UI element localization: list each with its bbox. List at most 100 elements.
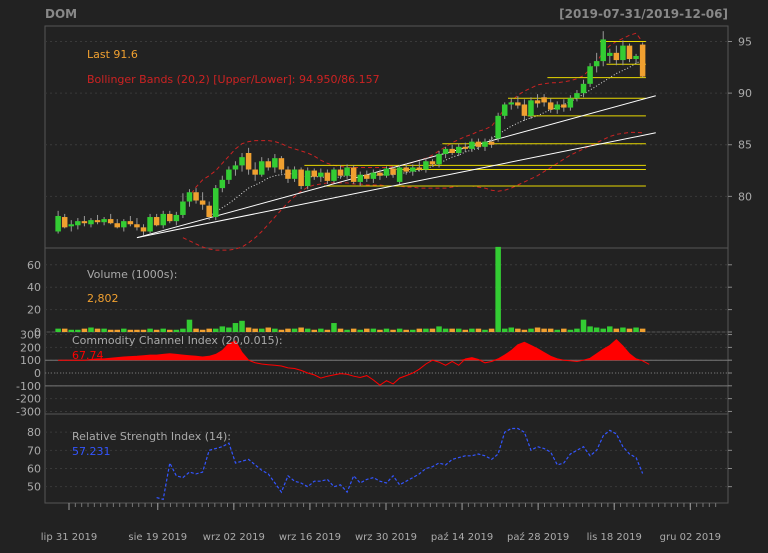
candle-up — [55, 215, 61, 232]
volume-bar — [252, 328, 258, 332]
candle-up — [232, 165, 239, 170]
volume-bar — [521, 329, 528, 332]
cci-y-tick-label: -100 — [16, 380, 41, 393]
volume-bar — [593, 327, 600, 332]
candle-up — [469, 141, 475, 149]
volume-bar — [541, 328, 547, 332]
volume-bar — [167, 329, 173, 332]
rsi-label: Relative Strength Index (14): — [72, 430, 231, 443]
volume-bar — [291, 328, 298, 332]
x-tick-label: wrz 02 2019 — [203, 532, 265, 543]
candle-down — [134, 224, 140, 228]
volume-bar — [278, 329, 285, 332]
volume-bar — [600, 328, 606, 332]
x-tick-label: paź 28 2019 — [507, 531, 569, 543]
volume-bar — [173, 329, 180, 332]
volume-bar — [298, 327, 304, 332]
candle-down — [515, 102, 521, 106]
volume-bar — [455, 328, 462, 332]
candle-up — [186, 192, 193, 202]
candle-down — [94, 220, 101, 223]
volume-bar — [55, 328, 61, 332]
candle-up — [68, 224, 75, 227]
price-y-tick-label: 85 — [738, 139, 752, 152]
candle-up — [291, 169, 298, 179]
candle-down — [416, 167, 423, 170]
volume-bar — [265, 327, 272, 332]
candle-up — [258, 161, 265, 175]
candle-down — [285, 169, 291, 179]
volume-bar — [482, 329, 488, 332]
candle-down — [245, 153, 252, 170]
candle-down — [547, 102, 554, 110]
volume-bar — [442, 328, 449, 332]
x-tick-label: wrz 16 2019 — [279, 532, 341, 543]
volume-bar — [258, 328, 265, 332]
volume-bar — [140, 329, 147, 332]
candle-up — [508, 102, 515, 105]
candle-up — [212, 188, 219, 218]
candle-down — [639, 44, 646, 77]
candle-down — [403, 167, 409, 172]
volume-bar — [311, 329, 318, 332]
volume-bar — [574, 328, 580, 332]
volume-bar — [561, 328, 567, 332]
last-price-label: Last 91.6 — [87, 48, 138, 61]
rsi-y-tick-label: 50 — [27, 481, 41, 494]
x-tick-label: sie 19 2019 — [128, 532, 187, 543]
volume-bar — [206, 328, 212, 332]
volume-bar — [350, 328, 357, 332]
candle-down — [521, 104, 528, 116]
candle-up — [396, 167, 403, 182]
candle-up — [88, 220, 94, 225]
volume-bar — [501, 328, 508, 332]
candle-up — [147, 217, 153, 232]
volume-last-value: 2,802 — [87, 292, 119, 305]
candle-up — [344, 167, 350, 176]
volume-bar — [304, 328, 311, 332]
candle-down — [475, 141, 482, 147]
rsi-y-tick-label: 70 — [27, 444, 41, 457]
volume-bar — [226, 327, 232, 332]
candle-down — [127, 221, 134, 225]
volume-y-tick-label: 60 — [27, 259, 41, 272]
volume-bar — [232, 323, 239, 332]
volume-bar — [469, 328, 475, 332]
volume-bar — [547, 328, 554, 332]
volume-bar — [331, 323, 337, 332]
candle-up — [580, 83, 587, 94]
volume-bar — [410, 329, 416, 332]
cci-y-tick-label: 200 — [20, 341, 41, 354]
candle-up — [567, 98, 574, 108]
volume-bar — [61, 328, 68, 332]
volume-bar — [239, 320, 245, 332]
candle-down — [61, 217, 68, 228]
volume-bar — [94, 328, 101, 332]
volume-bar — [528, 328, 534, 332]
candle-up — [101, 219, 107, 223]
candle-up — [482, 141, 488, 147]
volume-bar — [370, 328, 377, 332]
candle-down — [541, 97, 547, 103]
x-tick-label: lip 31 2019 — [41, 532, 97, 543]
candle-up — [587, 66, 593, 84]
price-y-tick-label: 95 — [738, 35, 752, 48]
rsi-y-tick-label: 80 — [27, 426, 41, 439]
x-tick-label: wrz 30 2019 — [355, 532, 417, 543]
volume-bar — [285, 328, 291, 332]
volume-bar — [626, 328, 633, 332]
bollinger-legend: Bollinger Bands (20,2) [Upper/Lower]: 94… — [87, 73, 380, 86]
candle-down — [140, 227, 147, 232]
candle-up — [607, 52, 613, 56]
candle-down — [613, 52, 620, 61]
volume-bar — [534, 327, 541, 332]
chart-symbol: DOM — [45, 7, 77, 21]
volume-bar — [567, 329, 574, 332]
volume-bar — [186, 319, 193, 332]
volume-bar — [212, 328, 219, 332]
candle-down — [252, 169, 258, 175]
volume-bar — [364, 328, 370, 332]
volume-bar — [219, 326, 226, 332]
cci-last-value: 67.74 — [72, 349, 104, 362]
x-tick-label: paź 14 2019 — [431, 531, 493, 543]
